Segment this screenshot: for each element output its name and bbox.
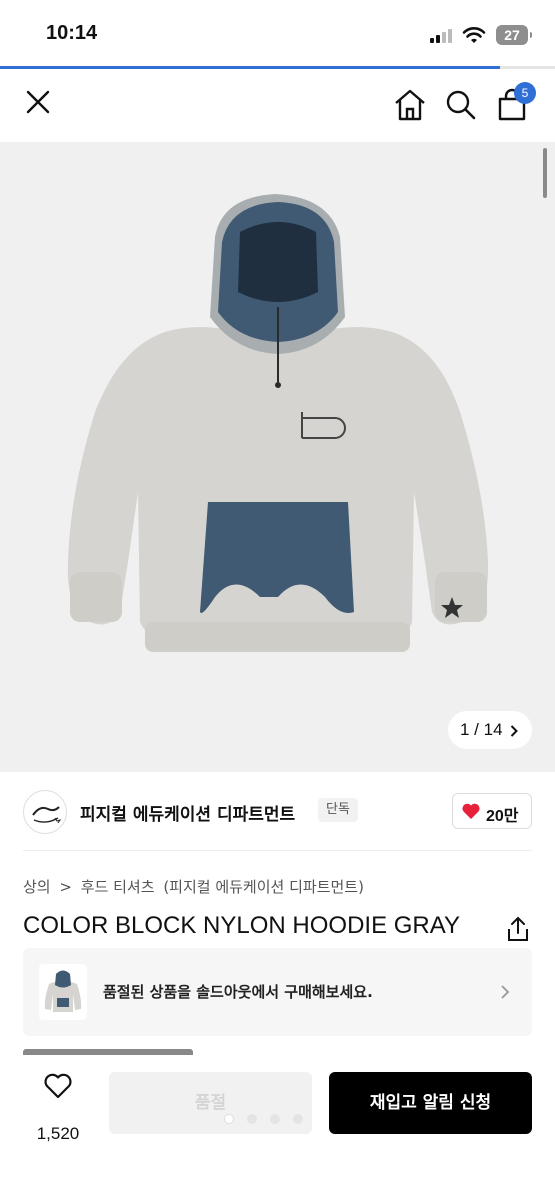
chevron-right-icon — [510, 725, 518, 737]
wishlist-button[interactable]: 1,520 — [30, 1072, 86, 1143]
brand-logo[interactable] — [23, 790, 67, 834]
home-button[interactable] — [390, 84, 430, 124]
wishlist-count: 1,520 — [36, 1124, 80, 1143]
page-dot — [293, 1114, 303, 1124]
top-navigation: 5 — [0, 70, 555, 142]
bottom-action-bar: 1,520 품절 재입고 알림 신청 — [0, 1056, 555, 1200]
product-image-hoodie — [67, 194, 489, 652]
soldout-market-banner[interactable]: 품절된 상품을 솔드아웃에서 구매해보세요. — [23, 948, 532, 1036]
wifi-icon — [462, 27, 486, 43]
soldout-banner-text: 품절된 상품을 솔드아웃에서 구매해보세요. — [103, 983, 373, 1001]
product-title: COLOR BLOCK NYLON HOODIE GRAY — [23, 912, 460, 939]
image-counter-text: 1 / 14 — [460, 720, 503, 739]
restock-alert-button[interactable]: 재입고 알림 신청 — [329, 1072, 532, 1134]
brand-logo-mark — [32, 806, 62, 824]
section-tab-indicator — [23, 1049, 193, 1055]
cellular-signal-icon — [430, 29, 454, 43]
hoodie-thumbnail-image — [44, 970, 82, 1012]
brand-row: 피지컬 에듀케이션 디파트먼트 단독 20만 — [0, 780, 555, 842]
breadcrumb-brand[interactable]: (피지컬 에듀케이션 디파트먼트) — [163, 878, 364, 896]
close-button[interactable] — [18, 84, 58, 124]
share-icon — [508, 916, 528, 941]
status-time: 10:14 — [46, 22, 98, 44]
page-dot-active — [224, 1114, 234, 1124]
product-thumbnail — [39, 964, 87, 1020]
breadcrumb-separator: > — [59, 878, 72, 896]
exclusive-badge: 단독 — [318, 798, 358, 822]
page-dot — [270, 1114, 280, 1124]
search-button[interactable] — [441, 84, 481, 124]
image-counter[interactable]: 1 / 14 — [448, 711, 532, 749]
share-button[interactable] — [505, 915, 531, 943]
cart-count-badge: 5 — [514, 82, 536, 104]
close-icon — [26, 90, 50, 114]
page-dot — [247, 1114, 257, 1124]
breadcrumb: 상의 > 후드 티셔츠 (피지컬 에듀케이션 디파트먼트) — [23, 876, 368, 897]
page-load-progress — [0, 66, 555, 69]
product-image-gallery[interactable]: 1 / 14 — [0, 142, 555, 772]
brand-like-count: 20만 — [486, 808, 519, 825]
status-bar: 10:14 27 — [0, 0, 555, 68]
battery-indicator: 27 — [496, 25, 532, 45]
home-icon — [395, 89, 425, 121]
cart-button[interactable]: 5 — [492, 82, 536, 124]
search-icon — [446, 90, 476, 120]
brand-name[interactable]: 피지컬 에듀케이션 디파트먼트 — [80, 800, 295, 825]
brand-like-button[interactable]: 20만 — [452, 793, 532, 829]
breadcrumb-category[interactable]: 상의 — [23, 878, 51, 896]
heart-outline-icon — [44, 1073, 72, 1099]
divider — [23, 850, 532, 851]
soldout-button: 품절 — [109, 1072, 312, 1134]
heart-filled-icon — [462, 803, 480, 819]
breadcrumb-subcategory[interactable]: 후드 티셔츠 — [81, 878, 155, 896]
page-load-progress-fill — [0, 66, 500, 69]
chevron-right-icon — [501, 985, 510, 999]
